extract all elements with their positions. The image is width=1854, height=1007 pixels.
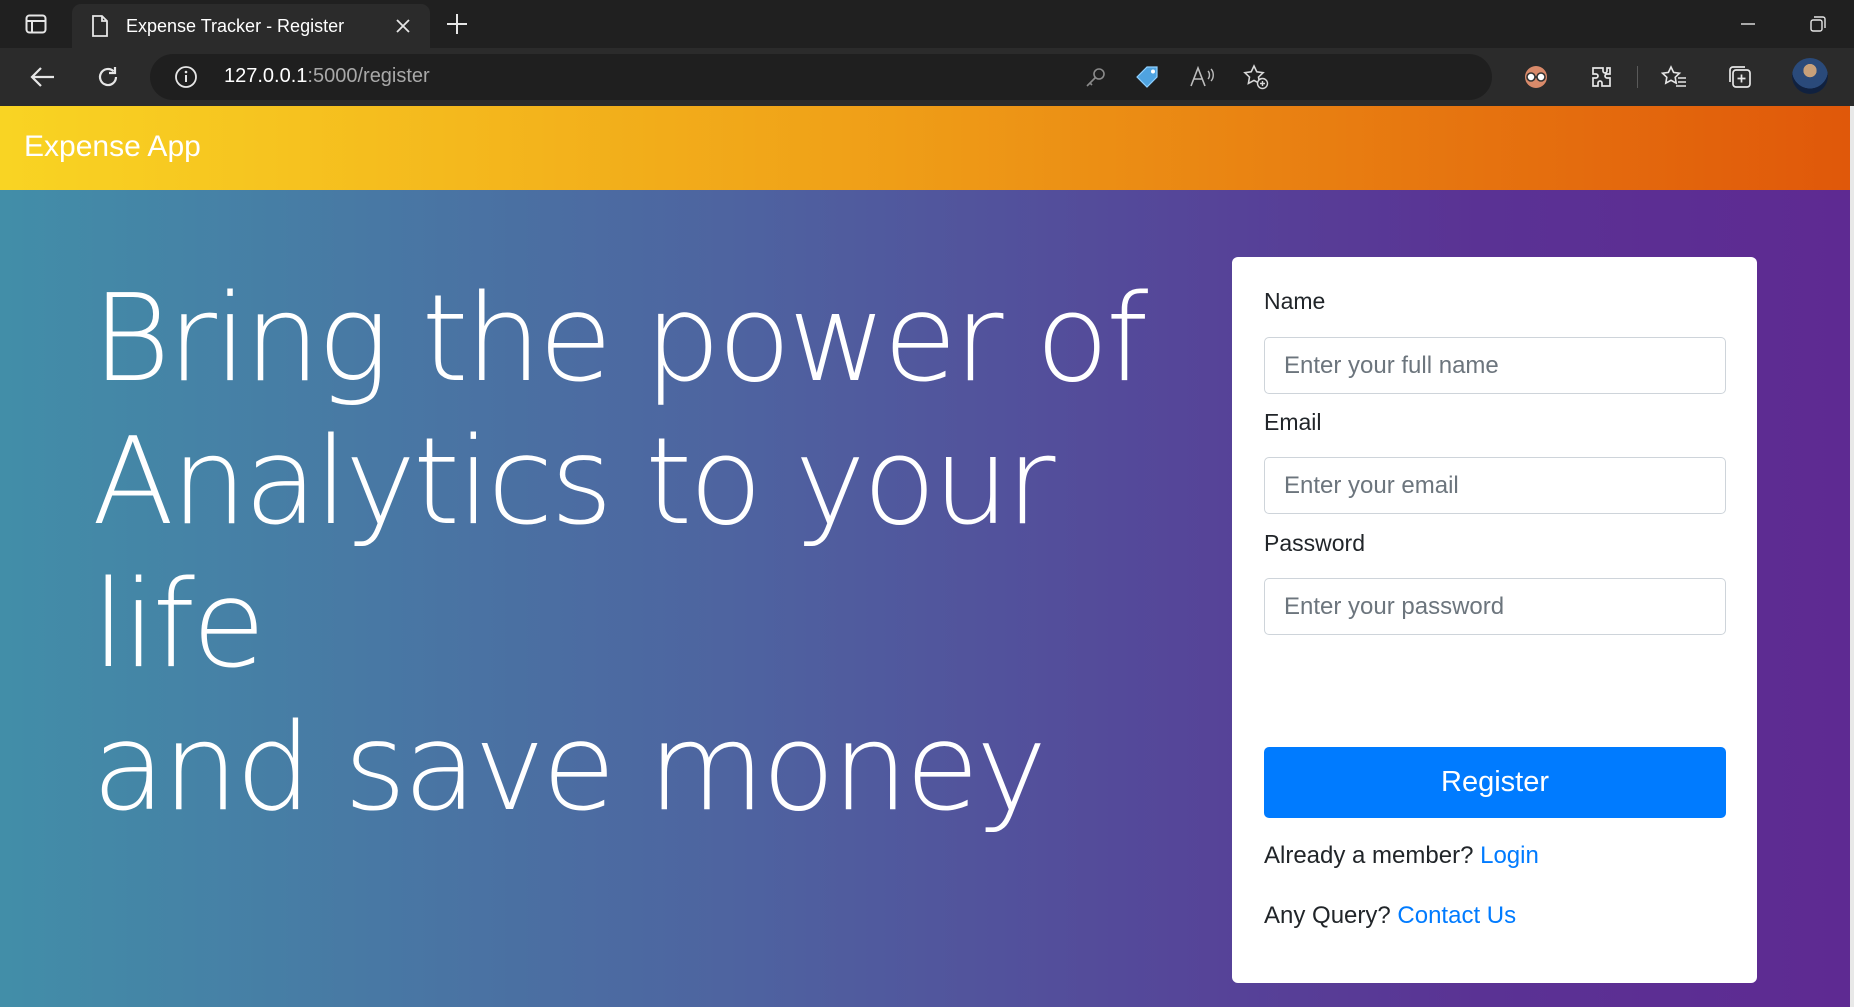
name-label: Name (1264, 288, 1326, 314)
hero-line-1: Bring the power of (92, 270, 1148, 409)
profile-avatar[interactable] (1792, 58, 1828, 94)
back-icon[interactable] (22, 58, 62, 96)
favorites-icon[interactable] (1654, 58, 1694, 96)
active-tab[interactable]: Expense Tracker - Register (72, 4, 430, 48)
site-info-icon[interactable] (174, 65, 198, 89)
email-input[interactable] (1264, 457, 1726, 514)
name-input[interactable] (1264, 337, 1726, 394)
browser-tab-bar: Expense Tracker - Register (0, 0, 1854, 48)
add-favorite-icon[interactable] (1242, 63, 1270, 91)
hero-headline: Bring the power of Analytics to your lif… (92, 268, 1152, 840)
password-label: Password (1264, 530, 1365, 556)
url-text[interactable]: 127.0.0.1:5000/register (224, 65, 430, 88)
close-tab-icon[interactable] (390, 13, 416, 39)
collections-icon[interactable] (1720, 58, 1760, 96)
key-icon[interactable] (1082, 63, 1110, 91)
login-prompt: Already a member? Login (1264, 842, 1539, 870)
extension-glasses-icon[interactable] (1516, 58, 1556, 96)
minimize-icon[interactable] (1728, 10, 1768, 38)
email-label: Email (1264, 409, 1322, 435)
new-tab-icon[interactable] (440, 9, 474, 39)
address-bar[interactable]: 127.0.0.1:5000/register (150, 54, 1492, 100)
web-page: Expense App Bring the power of Analytics… (0, 106, 1854, 1007)
extensions-icon[interactable] (1582, 58, 1622, 96)
tab-title: Expense Tracker - Register (126, 16, 345, 36)
refresh-icon[interactable] (88, 58, 128, 96)
read-aloud-icon[interactable] (1188, 63, 1216, 91)
hero-section: Bring the power of Analytics to your lif… (0, 190, 1850, 1007)
member-text: Already a member? (1264, 842, 1474, 869)
brand-logo-text[interactable]: Expense App (24, 130, 201, 164)
restore-icon[interactable] (1798, 10, 1838, 38)
hero-line-3: and save money (92, 699, 1047, 838)
register-button[interactable]: Register (1264, 747, 1726, 818)
register-card: Name Email Password Register Already a m… (1232, 257, 1757, 983)
coupon-tag-icon[interactable] (1134, 63, 1162, 91)
workspaces-icon[interactable] (16, 11, 56, 37)
scrollbar-edge[interactable] (1850, 106, 1854, 1007)
contact-us-link[interactable]: Contact Us (1397, 902, 1516, 929)
query-text: Any Query? (1264, 902, 1391, 929)
login-link[interactable]: Login (1480, 842, 1539, 869)
query-prompt: Any Query? Contact Us (1264, 902, 1516, 930)
browser-toolbar: 127.0.0.1:5000/register (0, 48, 1854, 106)
toolbar-separator (1637, 66, 1638, 88)
page-icon (90, 14, 110, 42)
password-input[interactable] (1264, 578, 1726, 635)
navbar: Expense App (0, 106, 1850, 190)
hero-line-2: Analytics to your life (92, 413, 1056, 695)
